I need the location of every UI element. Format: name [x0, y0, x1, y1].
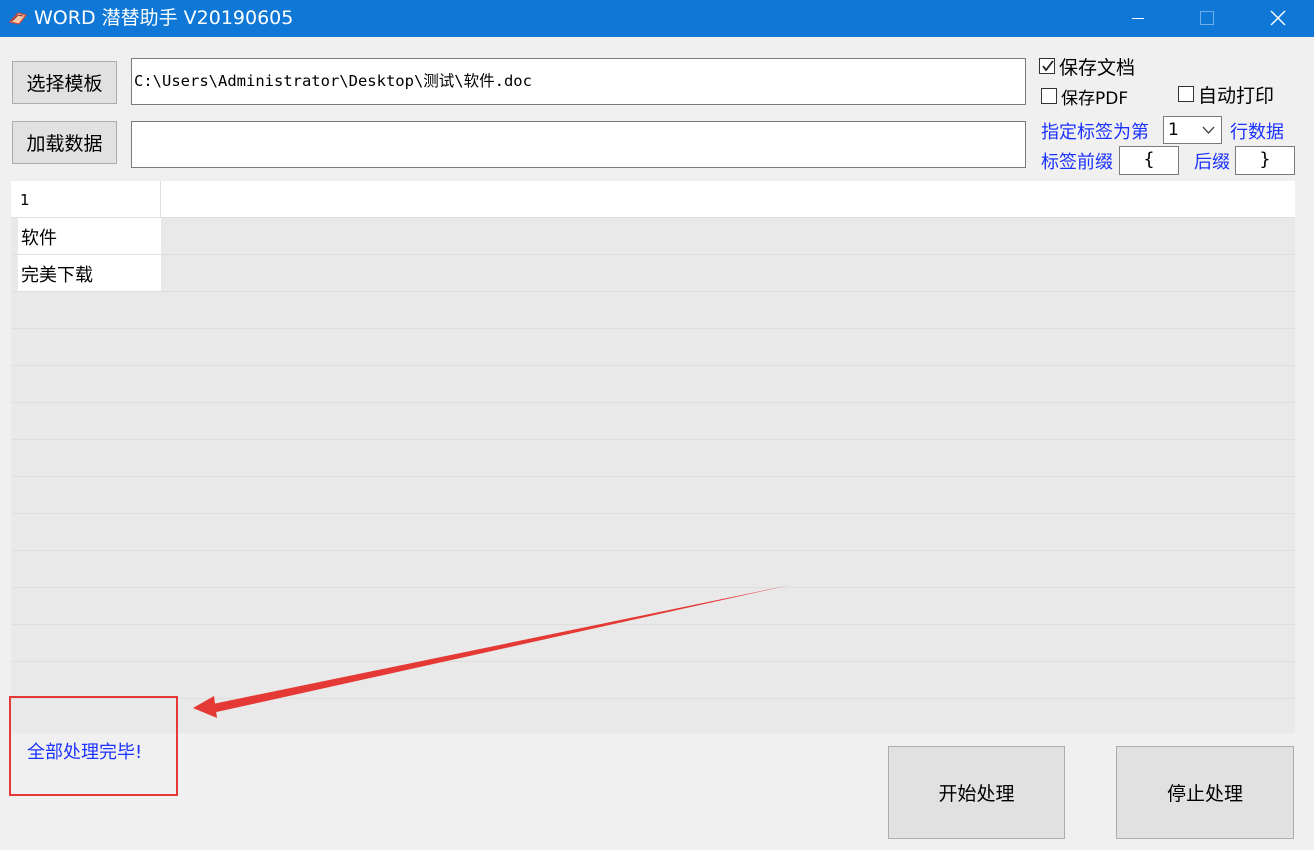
save-doc-checkbox-box [1039, 58, 1055, 74]
save-pdf-label: 保存PDF [1061, 88, 1129, 109]
close-icon [1270, 10, 1286, 26]
app-icon [8, 12, 28, 25]
window-title: WORD 潜替助手 V20190605 [34, 7, 294, 29]
grid-header-cell[interactable]: 1 [11, 181, 161, 217]
tag-prefix-label: 标签前缀 [1041, 152, 1113, 173]
template-path-text: C:\Users\Administrator\Desktop\测试\软件.doc [134, 72, 532, 90]
grid-header-text: 1 [20, 191, 30, 209]
label-row-value: 1 [1168, 120, 1179, 140]
data-path-field[interactable] [131, 121, 1026, 168]
data-grid[interactable]: 1 软件 完美下载 [11, 181, 1295, 733]
grid-row[interactable]: 软件 [18, 218, 161, 254]
auto-print-label: 自动打印 [1198, 84, 1275, 107]
label-row-select[interactable]: 1 [1163, 116, 1222, 144]
grid-header: 1 [11, 181, 1295, 217]
start-label: 开始处理 [938, 783, 1015, 805]
tag-suffix-input[interactable]: } [1235, 146, 1295, 175]
grid-cell: 软件 [21, 228, 57, 249]
save-pdf-checkbox-box [1041, 88, 1057, 104]
maximize-icon [1200, 11, 1214, 25]
stop-label: 停止处理 [1166, 783, 1243, 805]
grid-cell: 完美下载 [21, 265, 93, 286]
chevron-down-icon [1202, 126, 1215, 134]
load-data-label: 加载数据 [26, 133, 103, 155]
minimize-button[interactable] [1103, 0, 1173, 37]
annotation-highlight-box [9, 696, 178, 796]
label-row-suffix: 行数据 [1230, 122, 1284, 143]
load-data-button[interactable]: 加载数据 [12, 121, 117, 164]
save-pdf-checkbox[interactable]: 保存PDF [1041, 84, 1129, 109]
label-row-prefix: 指定标签为第 [1041, 122, 1149, 143]
minimize-icon [1132, 18, 1144, 19]
maximize-button[interactable] [1171, 0, 1241, 37]
template-path-field[interactable]: C:\Users\Administrator\Desktop\测试\软件.doc [131, 58, 1026, 105]
auto-print-checkbox-box [1178, 86, 1194, 102]
save-doc-label: 保存文档 [1059, 56, 1136, 79]
select-template-button[interactable]: 选择模板 [12, 61, 117, 104]
save-doc-checkbox[interactable]: 保存文档 [1039, 54, 1136, 79]
tag-suffix-label: 后缀 [1194, 152, 1230, 173]
grid-row[interactable]: 完美下载 [18, 255, 161, 291]
auto-print-checkbox[interactable]: 自动打印 [1178, 82, 1275, 107]
title-bar: WORD 潜替助手 V20190605 [0, 0, 1314, 37]
select-template-label: 选择模板 [26, 73, 103, 95]
start-button[interactable]: 开始处理 [888, 746, 1065, 839]
stop-button[interactable]: 停止处理 [1116, 746, 1294, 839]
close-button[interactable] [1242, 0, 1312, 37]
checkmark-icon [1042, 60, 1054, 72]
tag-prefix-input[interactable]: { [1119, 146, 1179, 175]
